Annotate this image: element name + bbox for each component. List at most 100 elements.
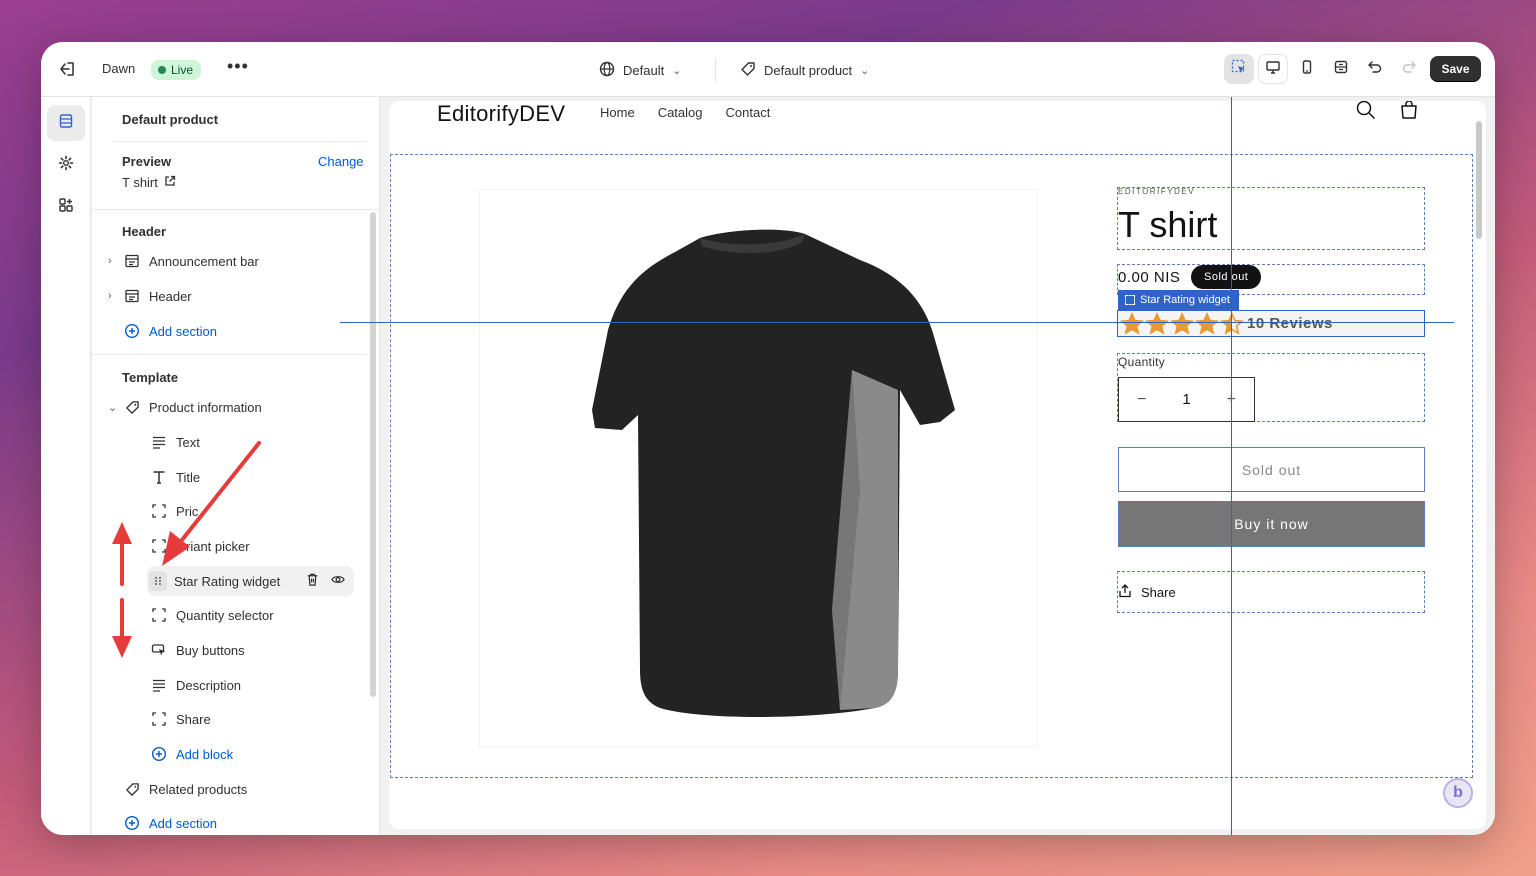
- block-buy-buttons[interactable]: Buy buttons: [149, 635, 245, 665]
- undo-button[interactable]: [1360, 54, 1390, 84]
- share-button[interactable]: Share: [1117, 571, 1425, 613]
- block-quantity-selector[interactable]: Quantity selector: [149, 600, 274, 630]
- preview-scrollbar[interactable]: [1476, 121, 1482, 239]
- sidebar-item-related-products[interactable]: Related products: [122, 774, 247, 804]
- store-logo[interactable]: EditorifyDEV: [437, 101, 565, 127]
- sections-sidebar: Default product Preview Change T shirt H…: [92, 97, 380, 835]
- trash-icon[interactable]: [305, 572, 320, 590]
- share-icon: [1118, 583, 1132, 601]
- external-link-icon: [164, 175, 176, 190]
- redo-button[interactable]: [1394, 54, 1424, 84]
- product-image[interactable]: [479, 189, 1038, 748]
- add-section-label: Add section: [149, 815, 217, 831]
- reviews-count[interactable]: 10 Reviews: [1247, 315, 1333, 332]
- text-lines-icon: [149, 432, 169, 452]
- apps-icon: [58, 197, 74, 218]
- divider: [114, 141, 367, 142]
- theme-selector[interactable]: Default ⌄: [599, 59, 681, 81]
- chevron-down-icon: ⌄: [672, 64, 682, 77]
- block-frame-icon: [149, 605, 169, 625]
- chevron-down-icon: ⌄: [108, 401, 118, 414]
- tshirt-image: [592, 229, 955, 717]
- add-section-header-button[interactable]: Add section: [122, 316, 217, 346]
- top-bar: Dawn Live ••• Default ⌄ Default product …: [41, 42, 1495, 97]
- header-group-label: Header: [122, 224, 167, 239]
- block-text[interactable]: Text: [149, 427, 200, 457]
- globe-icon: [599, 61, 615, 80]
- exit-icon[interactable]: [57, 59, 77, 79]
- editor-window: Dawn Live ••• Default ⌄ Default product …: [41, 42, 1495, 835]
- block-label: Title: [176, 469, 201, 485]
- rail-sections-button[interactable]: [47, 105, 85, 141]
- quantity-value[interactable]: 1: [1182, 391, 1190, 408]
- star-icon: [1145, 312, 1169, 335]
- app-launcher-button[interactable]: b: [1443, 778, 1473, 808]
- app-logo-icon: b: [1453, 784, 1463, 801]
- buy-it-now-button[interactable]: Buy it now: [1118, 501, 1425, 547]
- sidebar-title: Default product: [122, 112, 219, 127]
- desktop-view-button[interactable]: [1258, 54, 1288, 84]
- cart-icon[interactable]: [1398, 101, 1420, 126]
- star-rating-widget[interactable]: 10 Reviews: [1117, 310, 1425, 337]
- block-share[interactable]: Share: [149, 704, 211, 734]
- sidebar-scrollbar[interactable]: [370, 212, 376, 697]
- tag-icon: [122, 779, 142, 799]
- block-star-rating-widget[interactable]: Star Rating widget: [147, 566, 354, 596]
- eye-icon[interactable]: [330, 572, 346, 590]
- rail-settings-button[interactable]: [47, 147, 85, 183]
- quantity-decrease-button[interactable]: −: [1137, 391, 1146, 409]
- template-group-label: Template: [122, 370, 179, 385]
- sidebar-item-header[interactable]: › Header: [108, 281, 192, 311]
- mobile-icon: [1299, 59, 1315, 80]
- redo-icon: [1401, 59, 1417, 80]
- sidebar-item-announcement-bar[interactable]: › Announcement bar: [108, 246, 259, 276]
- divider: [715, 58, 716, 82]
- block-price[interactable]: Pric: [149, 496, 198, 526]
- quantity-stepper[interactable]: − 1 +: [1118, 377, 1255, 422]
- mobile-view-button[interactable]: [1292, 54, 1322, 84]
- undo-icon: [1367, 59, 1383, 80]
- more-actions-button[interactable]: •••: [227, 56, 249, 77]
- sidebar-item-product-information[interactable]: ⌄ Product information: [108, 392, 262, 422]
- inspector-button[interactable]: [1224, 54, 1254, 84]
- text-lines-icon: [149, 675, 169, 695]
- sold-out-badge: Sold out: [1191, 265, 1262, 289]
- nav-link-home[interactable]: Home: [600, 105, 635, 120]
- sold-out-button[interactable]: Sold out: [1118, 447, 1425, 492]
- block-description[interactable]: Description: [149, 670, 241, 700]
- nav-link-contact[interactable]: Contact: [726, 105, 771, 120]
- layout-section-icon: [122, 251, 142, 271]
- sidebar-item-label: Announcement bar: [149, 253, 259, 269]
- product-price: 0.00 NIS: [1118, 269, 1181, 286]
- drag-handle-icon[interactable]: [149, 571, 167, 591]
- divider: [92, 209, 379, 210]
- chevron-right-icon: ›: [108, 290, 112, 302]
- save-button[interactable]: Save: [1430, 56, 1481, 82]
- star-icon: [1195, 312, 1219, 335]
- cursor-click-icon: [149, 640, 169, 660]
- block-title[interactable]: Title: [149, 462, 200, 492]
- change-preview-link[interactable]: Change: [318, 154, 364, 169]
- star-icon: [1220, 312, 1244, 335]
- fullscreen-button[interactable]: [1326, 54, 1356, 84]
- preview-product[interactable]: T shirt: [122, 175, 176, 190]
- template-selector[interactable]: Default product ⌄: [740, 59, 869, 81]
- star-rating-widget-tag[interactable]: Star Rating widget: [1118, 290, 1239, 310]
- sections-icon: [58, 113, 74, 134]
- search-icon[interactable]: [1355, 101, 1377, 126]
- nav-link-catalog[interactable]: Catalog: [658, 105, 703, 120]
- chevron-right-icon: ›: [108, 255, 112, 267]
- preview-label: Preview: [122, 154, 172, 169]
- block-variant-picker[interactable]: riant picker: [149, 531, 250, 561]
- expand-layout-icon: [1333, 59, 1349, 80]
- star-icon: [1120, 312, 1144, 335]
- add-block-label: Add block: [176, 746, 234, 762]
- toolbar-tools: [1224, 54, 1424, 84]
- add-block-button[interactable]: Add block: [149, 739, 233, 769]
- template-selector-label: Default product: [764, 62, 853, 78]
- select-cursor-icon: [1231, 59, 1247, 80]
- alignment-guide-horizontal: [340, 322, 1454, 323]
- rail-apps-button[interactable]: [47, 189, 85, 225]
- add-section-label: Add section: [149, 323, 217, 339]
- add-section-template-button[interactable]: Add section: [122, 808, 217, 835]
